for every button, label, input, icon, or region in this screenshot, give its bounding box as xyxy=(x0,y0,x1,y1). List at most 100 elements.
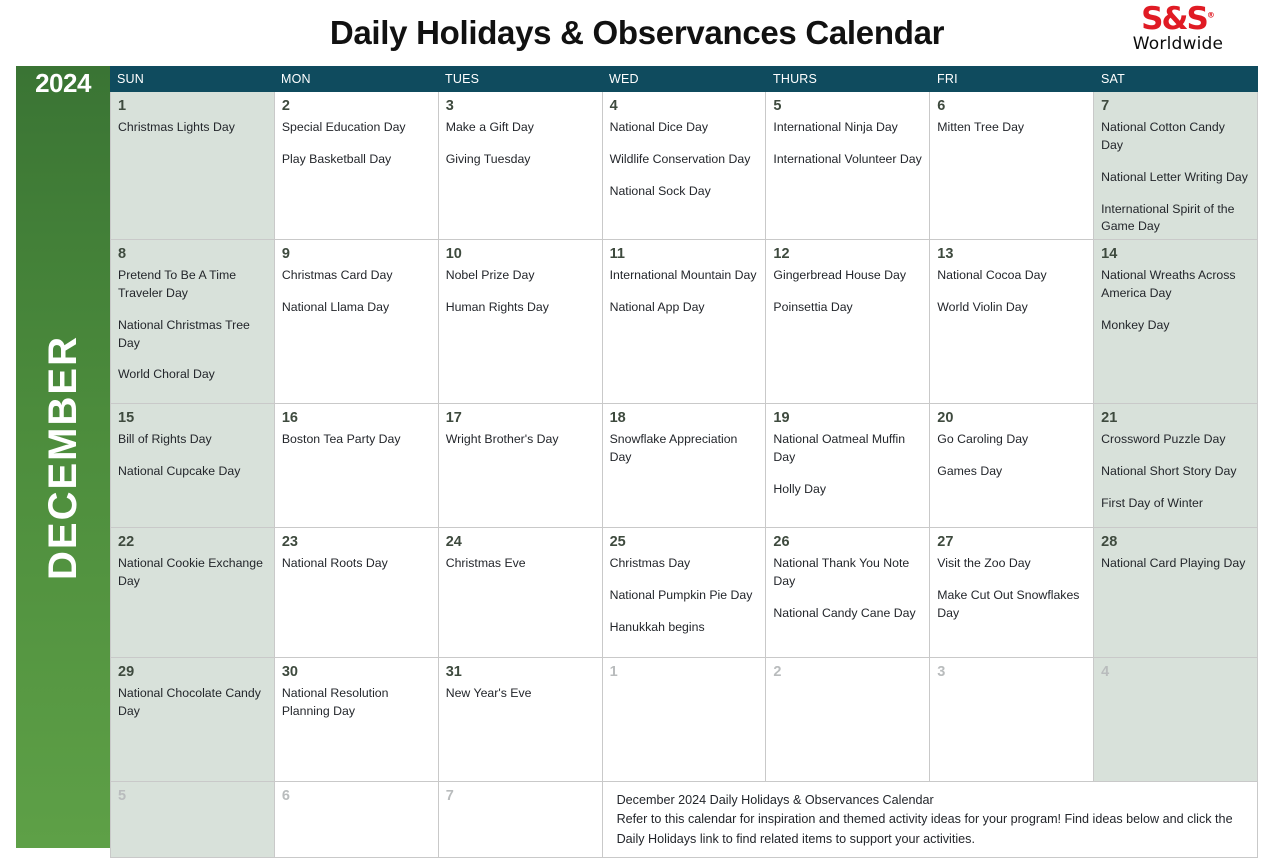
event-item[interactable]: National Candy Cane Day xyxy=(773,605,922,623)
day-cell[interactable]: 11 International Mountain Day National App… xyxy=(602,240,767,404)
event-item[interactable]: Make a Gift Day xyxy=(446,119,595,137)
day-cell[interactable]: 28 National Card Playing Day xyxy=(1094,528,1258,658)
day-cell[interactable]: 31 New Year's Eve xyxy=(438,658,603,782)
day-cell[interactable]: 20 Go Caroling Day Games Day xyxy=(930,404,1095,528)
event-item[interactable]: Mitten Tree Day xyxy=(937,119,1086,137)
event-item[interactable]: National Card Playing Day xyxy=(1101,555,1250,573)
event-item[interactable]: Christmas Eve xyxy=(446,555,595,573)
day-cell[interactable]: 15 Bill of Rights Day National Cupcake Day xyxy=(111,404,275,528)
day-cell[interactable]: 4 National Dice Day Wildlife Conservation … xyxy=(602,92,767,240)
event-item[interactable]: Human Rights Day xyxy=(446,299,595,317)
day-number: 1 xyxy=(609,664,618,680)
event-item[interactable]: Play Basketball Day xyxy=(282,151,431,169)
event-item[interactable]: National Llama Day xyxy=(282,299,431,317)
event-item[interactable]: International Spirit of the Game Day xyxy=(1101,201,1250,237)
event-item[interactable]: National Christmas Tree Day xyxy=(118,317,267,353)
event-item[interactable]: National Chocolate Candy Day xyxy=(118,685,267,721)
day-cell[interactable]: 13 National Cocoa Day World Violin Day xyxy=(930,240,1095,404)
event-item[interactable]: National Wreaths Across America Day xyxy=(1101,267,1250,303)
event-item[interactable]: National Short Story Day xyxy=(1101,463,1250,481)
day-cell[interactable]: 3 xyxy=(930,658,1095,782)
day-cell[interactable]: 30 National Resolution Planning Day xyxy=(274,658,439,782)
event-item[interactable]: Boston Tea Party Day xyxy=(282,431,431,449)
event-item[interactable]: National Pumpkin Pie Day xyxy=(610,587,759,605)
day-cell[interactable]: 14 National Wreaths Across America Day Mon… xyxy=(1094,240,1258,404)
event-item[interactable]: Visit the Zoo Day xyxy=(937,555,1086,573)
event-item[interactable]: International Ninja Day xyxy=(773,119,922,137)
event-item[interactable]: National Resolution Planning Day xyxy=(282,685,431,721)
event-item[interactable]: World Choral Day xyxy=(118,366,267,384)
event-item[interactable]: First Day of Winter xyxy=(1101,495,1250,513)
event-item[interactable]: Pretend To Be A Time Traveler Day xyxy=(118,267,267,303)
event-item[interactable]: Giving Tuesday xyxy=(446,151,595,169)
event-item[interactable]: Games Day xyxy=(937,463,1086,481)
event-list: Visit the Zoo Day Make Cut Out Snowflakes… xyxy=(937,555,1086,622)
event-item[interactable]: National Cotton Candy Day xyxy=(1101,119,1250,155)
event-item[interactable]: Special Education Day xyxy=(282,119,431,137)
event-item[interactable]: Crossword Puzzle Day xyxy=(1101,431,1250,449)
event-item[interactable]: Snowflake Appreciation Day xyxy=(610,431,759,467)
event-item[interactable]: National Thank You Note Day xyxy=(773,555,922,591)
event-item[interactable]: Gingerbread House Day xyxy=(773,267,922,285)
event-item[interactable]: Wildlife Conservation Day xyxy=(610,151,759,169)
day-cell[interactable]: 12 Gingerbread House Day Poinsettia Day xyxy=(766,240,931,404)
day-cell[interactable]: 2 Special Education Day Play Basketball Da… xyxy=(274,92,439,240)
day-cell[interactable]: 6 Mitten Tree Day xyxy=(930,92,1095,240)
day-cell[interactable]: 19 National Oatmeal Muffin Day Holly Day xyxy=(766,404,931,528)
event-item[interactable]: National Cupcake Day xyxy=(118,463,267,481)
day-cell[interactable]: 16 Boston Tea Party Day xyxy=(274,404,439,528)
event-list: National Card Playing Day xyxy=(1101,555,1250,573)
event-item[interactable]: Christmas Lights Day xyxy=(118,119,267,137)
day-cell[interactable]: 1 xyxy=(602,658,767,782)
day-cell[interactable]: 22 National Cookie Exchange Day xyxy=(111,528,275,658)
day-number: 27 xyxy=(937,534,954,550)
day-cell[interactable]: 7 xyxy=(438,782,603,858)
day-cell[interactable]: 4 xyxy=(1094,658,1258,782)
day-cell[interactable]: 29 National Chocolate Candy Day xyxy=(111,658,275,782)
day-cell[interactable]: 7 National Cotton Candy Day National Lette… xyxy=(1094,92,1258,240)
event-item[interactable]: National Letter Writing Day xyxy=(1101,169,1250,187)
event-item[interactable]: Christmas Card Day xyxy=(282,267,431,285)
day-header-mon: MON xyxy=(281,72,311,86)
day-cell[interactable]: 9 Christmas Card Day National Llama Day xyxy=(274,240,439,404)
event-item[interactable]: Hanukkah begins xyxy=(610,619,759,637)
event-item[interactable]: International Mountain Day xyxy=(610,267,759,285)
event-item[interactable]: National Sock Day xyxy=(610,183,759,201)
event-item[interactable]: Monkey Day xyxy=(1101,317,1250,335)
event-item[interactable]: National Roots Day xyxy=(282,555,431,573)
calendar-body: SUN MON TUES WED THURS FRI SAT 1 Christmas Ligh… xyxy=(110,66,1258,858)
day-cell[interactable]: 25 Christmas Day National Pumpkin Pie Day H… xyxy=(602,528,767,658)
day-cell[interactable]: 24 Christmas Eve xyxy=(438,528,603,658)
event-item[interactable]: International Volunteer Day xyxy=(773,151,922,169)
event-item[interactable]: National Dice Day xyxy=(610,119,759,137)
day-cell[interactable]: 26 National Thank You Note Day National Ca… xyxy=(766,528,931,658)
event-item[interactable]: National Oatmeal Muffin Day xyxy=(773,431,922,467)
event-item[interactable]: National Cookie Exchange Day xyxy=(118,555,267,591)
event-item[interactable]: Make Cut Out Snowflakes Day xyxy=(937,587,1086,623)
event-item[interactable]: New Year's Eve xyxy=(446,685,595,703)
day-number: 31 xyxy=(445,664,462,680)
event-item[interactable]: Christmas Day xyxy=(610,555,759,573)
day-cell[interactable]: 27 Visit the Zoo Day Make Cut Out Snowflak… xyxy=(930,528,1095,658)
event-item[interactable]: Holly Day xyxy=(773,481,922,499)
day-cell[interactable]: 6 xyxy=(274,782,439,858)
day-cell[interactable]: 3 Make a Gift Day Giving Tuesday xyxy=(438,92,603,240)
event-item[interactable]: Go Caroling Day xyxy=(937,431,1086,449)
day-cell[interactable]: 1 Christmas Lights Day xyxy=(111,92,275,240)
day-cell[interactable]: 8 Pretend To Be A Time Traveler Day Nation… xyxy=(111,240,275,404)
day-cell[interactable]: 2 xyxy=(766,658,931,782)
day-cell[interactable]: 21 Crossword Puzzle Day National Short Sto… xyxy=(1094,404,1258,528)
event-item[interactable]: Wright Brother's Day xyxy=(446,431,595,449)
event-item[interactable]: National App Day xyxy=(610,299,759,317)
day-cell[interactable]: 5 International Ninja Day International Vo… xyxy=(766,92,931,240)
day-cell[interactable]: 23 National Roots Day xyxy=(274,528,439,658)
day-cell[interactable]: 17 Wright Brother's Day xyxy=(438,404,603,528)
day-cell[interactable]: 5 xyxy=(111,782,275,858)
event-item[interactable]: World Violin Day xyxy=(937,299,1086,317)
day-cell[interactable]: 18 Snowflake Appreciation Day xyxy=(602,404,767,528)
event-item[interactable]: Bill of Rights Day xyxy=(118,431,267,449)
day-cell[interactable]: 10 Nobel Prize Day Human Rights Day xyxy=(438,240,603,404)
event-item[interactable]: Poinsettia Day xyxy=(773,299,922,317)
event-item[interactable]: National Cocoa Day xyxy=(937,267,1086,285)
event-item[interactable]: Nobel Prize Day xyxy=(446,267,595,285)
